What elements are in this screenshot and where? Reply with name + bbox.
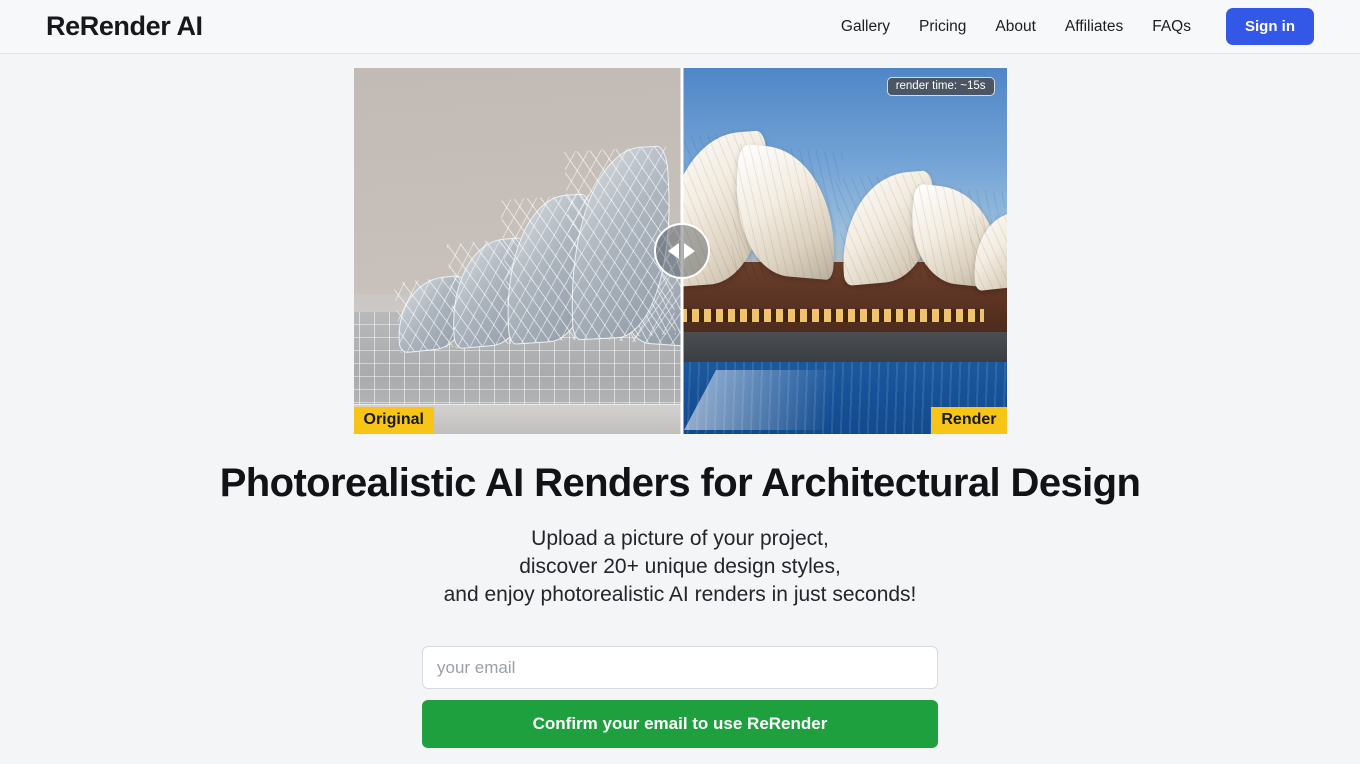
nav-item-about[interactable]: About (995, 18, 1036, 36)
signup-form: Confirm your email to use ReRender (422, 646, 938, 748)
render-time-badge: render time: ~15s (886, 77, 995, 96)
site-header: ReRender AI Gallery Pricing About Affili… (0, 0, 1360, 54)
page-subcopy: Upload a picture of your project, discov… (0, 525, 1360, 609)
nav-item-pricing[interactable]: Pricing (919, 18, 966, 36)
render-label-tag: Render (931, 407, 1007, 434)
original-label-tag: Original (353, 407, 434, 434)
page-headline: Photorealistic AI Renders for Architectu… (219, 461, 1141, 505)
nav-item-gallery[interactable]: Gallery (841, 18, 890, 36)
nav-item-affiliates[interactable]: Affiliates (1065, 18, 1123, 36)
triangle-right-icon (684, 243, 695, 259)
email-input[interactable] (422, 646, 938, 689)
subcopy-line-2: discover 20+ unique design styles, (519, 555, 841, 578)
main-navigation: Gallery Pricing About Affiliates FAQs Si… (841, 8, 1314, 45)
hero-section: render time: ~15s Original Render (0, 54, 1360, 434)
sign-in-button[interactable]: Sign in (1226, 8, 1314, 45)
subcopy-line-3: and enjoy photorealistic AI renders in j… (443, 583, 917, 606)
subcopy-line-1: Upload a picture of your project, (531, 527, 829, 550)
triangle-left-icon (668, 243, 679, 259)
comparison-slider-handle[interactable] (653, 223, 710, 279)
render-terrace (681, 332, 1007, 362)
render-sail (728, 143, 843, 281)
before-after-comparison-slider[interactable]: render time: ~15s Original Render (353, 68, 1007, 434)
rendered-image-pane (681, 68, 1007, 434)
nav-item-faqs[interactable]: FAQs (1152, 18, 1191, 36)
brand-logo[interactable]: ReRender AI (46, 11, 203, 42)
render-boat-wake (683, 370, 896, 430)
original-image-pane (353, 68, 682, 434)
confirm-email-button[interactable]: Confirm your email to use ReRender (422, 700, 938, 748)
